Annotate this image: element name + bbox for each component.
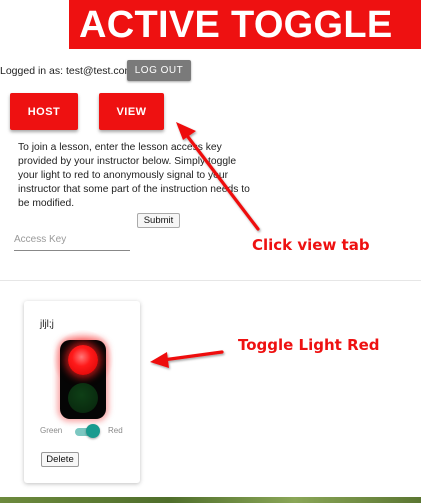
section-divider xyxy=(0,280,421,281)
red-lamp xyxy=(68,345,98,375)
toggle-label-red: Red xyxy=(108,426,123,435)
background-strip xyxy=(0,497,421,503)
lesson-name: jljl;j xyxy=(40,319,54,330)
view-tab-annotation: Click view tab xyxy=(252,236,370,254)
logged-in-text: Logged in as: test@test.com xyxy=(0,65,134,77)
arrow-icon xyxy=(150,350,224,368)
submit-button[interactable]: Submit xyxy=(137,213,180,228)
green-lamp xyxy=(68,383,98,413)
access-key-input[interactable] xyxy=(14,232,124,246)
tab-host[interactable]: HOST xyxy=(10,93,78,130)
delete-button[interactable]: Delete xyxy=(41,452,79,467)
toggle-light-annotation: Toggle Light Red xyxy=(238,336,380,354)
page: ACTIVE TOGGLE Logged in as: test@test.co… xyxy=(0,0,421,503)
toggle-label-green: Green xyxy=(40,426,63,435)
tab-view[interactable]: VIEW xyxy=(99,93,164,130)
logout-button[interactable]: LOG OUT xyxy=(127,60,191,81)
app-title: ACTIVE TOGGLE xyxy=(79,4,393,46)
access-key-field xyxy=(14,224,130,251)
join-instructions: To join a lesson, enter the lesson acces… xyxy=(18,142,250,209)
light-toggle-switch[interactable] xyxy=(86,424,100,438)
